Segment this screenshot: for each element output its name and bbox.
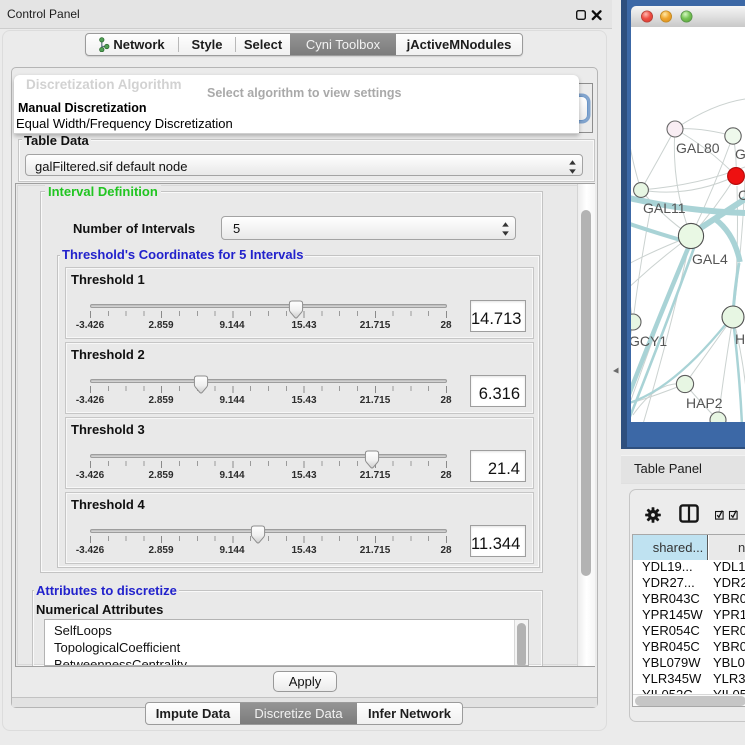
svg-text:GA: GA — [735, 146, 745, 162]
svg-text:HAP2: HAP2 — [686, 395, 723, 411]
svg-text:GAL11: GAL11 — [643, 200, 686, 216]
svg-text:C: C — [738, 187, 745, 203]
svg-text:H: H — [735, 331, 745, 347]
svg-text:GAL80: GAL80 — [676, 140, 720, 156]
svg-text:GAL4: GAL4 — [692, 251, 728, 267]
svg-text:GCY1: GCY1 — [631, 333, 667, 349]
